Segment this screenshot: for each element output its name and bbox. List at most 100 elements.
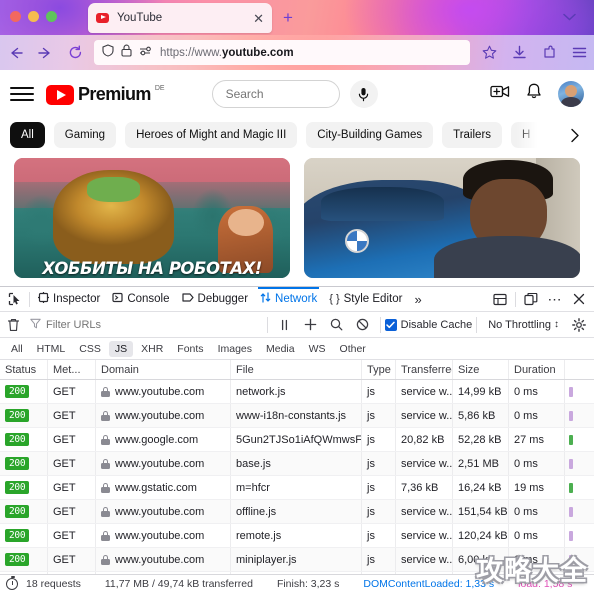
column-header-method[interactable]: Met... [48,360,96,379]
cell-method: GET [48,524,96,547]
table-row[interactable]: 200 GET www.youtube.com offline.js js service… [0,500,594,524]
url-bar[interactable]: https://www.youtube.com [94,40,470,65]
close-tab-button[interactable]: ✕ [253,12,264,25]
column-header-file[interactable]: File [231,360,362,379]
pause-icon[interactable] [272,312,298,338]
filter-ws[interactable]: WS [303,341,332,357]
filter-images[interactable]: Images [212,341,258,357]
chevron-right-icon[interactable] [562,122,588,148]
filter-media[interactable]: Media [260,341,301,357]
avatar[interactable] [558,81,584,107]
filter-xhr[interactable]: XHR [135,341,169,357]
table-row[interactable]: 200 GET www.youtube.com network.js js service… [0,380,594,404]
column-header-size[interactable]: Size [453,360,509,379]
new-tab-button[interactable]: + [283,9,293,26]
plus-icon[interactable] [298,312,324,338]
forward-arrow-icon[interactable] [30,46,60,60]
column-header-domain[interactable]: Domain [96,360,231,379]
cell-type: js [362,476,396,499]
tab-network[interactable]: Network [254,286,323,312]
filter-fonts[interactable]: Fonts [171,341,209,357]
column-header-duration[interactable]: Duration [509,360,565,379]
ellipsis-icon[interactable]: ⋯ [544,288,566,310]
youtube-premium-logo[interactable]: Premium DE [46,84,165,105]
search-box[interactable] [211,80,340,108]
tab-inspector[interactable]: Inspector [32,287,106,312]
chip-heroes-of-might-and-magic-iii[interactable]: Heroes of Might and Magic III [125,122,298,148]
extensions-icon[interactable] [534,45,564,60]
cell-method: GET [48,572,96,574]
domain-text: www.youtube.com [115,505,205,518]
table-row[interactable]: 200 GET www.youtube.com www-i18n-constants.… [0,404,594,428]
style-editor-icon: { } [329,293,340,305]
search-input[interactable] [212,81,339,107]
dock-icon[interactable] [520,288,542,310]
close-window-button[interactable] [10,11,21,22]
lock-icon [101,506,110,517]
star-icon[interactable] [474,45,504,60]
chip-trailers[interactable]: Trailers [442,122,503,148]
table-row[interactable]: 200GETstatic.doubleclick....ad_status.js… [0,572,594,574]
filter-urls-field[interactable] [26,318,263,332]
download-icon[interactable] [504,45,534,60]
browser-tab-youtube[interactable]: YouTube ✕ [88,3,272,33]
devtools-overflow-button[interactable]: » [408,292,427,307]
cell-duration: 19 ms [509,476,565,499]
column-header-transferred[interactable]: Transferred [396,360,453,379]
reload-icon[interactable] [60,45,90,60]
minimize-window-button[interactable] [28,11,39,22]
hamburger-menu-icon[interactable] [564,46,594,59]
cell-waterfall [565,428,594,451]
table-row[interactable]: 200 GET www.google.com 5Gun2TJSo1iAfQWmwsFe… [0,428,594,452]
guide-hamburger-icon[interactable] [10,85,34,103]
tab-style-editor[interactable]: { } Style Editor [323,287,408,312]
column-header-type[interactable]: Type [362,360,396,379]
table-row[interactable]: 200 GET www.youtube.com remote.js js service … [0,524,594,548]
tab-console[interactable]: Console [106,287,175,312]
chip-partial[interactable]: H [511,122,542,148]
tracking-protection-icon[interactable] [139,44,153,62]
lock-icon[interactable] [121,44,132,62]
chevron-down-icon[interactable] [563,9,576,24]
disable-cache-checkbox[interactable]: Disable Cache [384,318,472,331]
trash-icon[interactable] [0,312,26,338]
filter-html[interactable]: HTML [31,341,72,357]
element-picker-icon[interactable] [3,292,27,306]
split-console-icon[interactable] [489,288,511,310]
shield-icon[interactable] [102,43,114,62]
table-row[interactable]: 200 GET www.youtube.com miniplayer.js js serv… [0,548,594,572]
block-icon[interactable] [350,312,376,338]
url-text[interactable]: https://www.youtube.com [160,47,294,59]
filter-other[interactable]: Other [334,341,372,357]
back-arrow-icon[interactable] [0,46,30,60]
cell-transferred: 750 B [396,572,453,574]
search-icon[interactable] [324,312,350,338]
cell-size: 14,99 kB [453,380,509,403]
chip-gaming[interactable]: Gaming [53,122,117,148]
network-requests-table[interactable]: Status Met... Domain File Type Transferr… [0,360,594,574]
column-header-waterfall[interactable] [565,360,594,379]
column-header-status[interactable]: Status [0,360,48,379]
cell-size: 151,54 kB [453,500,509,523]
filter-all[interactable]: All [5,341,29,357]
status-badge: 200 [5,457,30,470]
tab-debugger[interactable]: Debugger [176,287,255,312]
chip-all[interactable]: All [10,122,45,148]
create-video-icon[interactable] [490,84,510,104]
lock-icon [101,410,110,421]
table-row[interactable]: 200 GET www.youtube.com base.js js service w.… [0,452,594,476]
maximize-window-button[interactable] [46,11,57,22]
gear-icon[interactable] [566,312,592,338]
filter-js[interactable]: JS [108,340,134,357]
chip-city-building-games[interactable]: City-Building Games [306,122,434,148]
throttling-dropdown[interactable]: No Throttling ↕ [481,319,566,331]
video-thumbnail-car-review[interactable] [304,158,580,278]
close-icon[interactable] [568,288,590,310]
cell-domain: www.youtube.com [96,548,231,571]
microphone-icon[interactable] [349,80,378,108]
video-thumbnail-hobbits-robots[interactable]: ХОББИТЫ НА РОБОТАХ! [14,158,290,278]
filter-urls-input[interactable] [46,318,263,331]
bell-icon[interactable] [526,83,542,105]
table-row[interactable]: 200 GET www.gstatic.com m=hfcr js 7,36 kB 16,2… [0,476,594,500]
filter-css[interactable]: CSS [73,341,107,357]
